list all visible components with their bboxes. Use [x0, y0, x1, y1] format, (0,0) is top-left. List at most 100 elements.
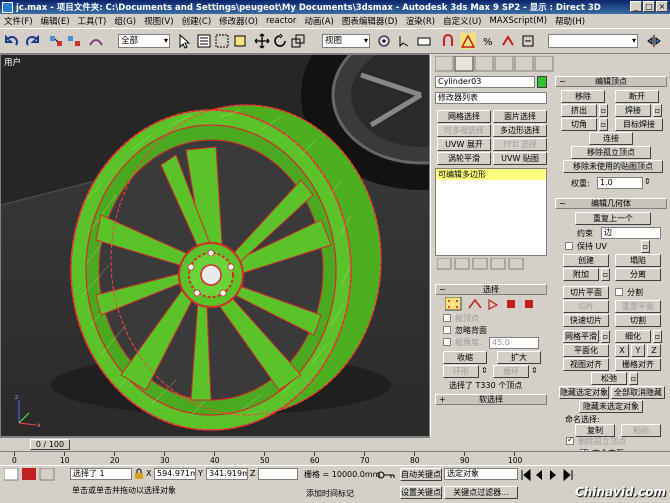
meshsmooth-button[interactable]: 网格平滑	[563, 330, 599, 343]
mirror-icon[interactable]	[646, 33, 662, 49]
shrink-button[interactable]: 收缩	[443, 351, 487, 364]
menu-rendering[interactable]: 渲染(R)	[402, 15, 440, 27]
stack-item[interactable]: 可编辑多边形	[436, 169, 546, 180]
subobject-level-icons[interactable]	[445, 297, 545, 311]
view-align-button[interactable]: 视图对齐	[563, 358, 609, 371]
perspective-viewport[interactable]: z x 用户	[0, 54, 430, 437]
maxscript-listener-icons[interactable]	[4, 468, 64, 482]
tessellate-settings-button[interactable]: ▫	[653, 330, 662, 343]
command-panel-tabs[interactable]	[435, 56, 555, 72]
mesh-select-button[interactable]: 网格选择	[437, 110, 491, 123]
cut-button[interactable]: 切割	[615, 314, 661, 327]
unwrap-uvw-button[interactable]: UVW 展开	[437, 138, 491, 151]
planarize-z-button[interactable]: Z	[647, 344, 661, 357]
add-time-tag[interactable]: 添加时间标记	[306, 488, 354, 499]
pivot-center-icon[interactable]	[376, 33, 392, 49]
maximize-button[interactable]: □	[643, 1, 655, 12]
poly-select-button[interactable]: 多边形选择	[493, 124, 547, 137]
preserve-uv-settings-button[interactable]: ▫	[641, 240, 650, 253]
x-coordinate-field[interactable]: 594.971mm	[154, 468, 196, 480]
key-mode-dropdown[interactable]: 选定对象	[444, 468, 518, 480]
meshsmooth-settings-button[interactable]: ▫	[601, 330, 610, 343]
loop-button[interactable]: 循环	[493, 365, 529, 378]
time-slider-track[interactable]: 0 / 100	[0, 437, 430, 451]
slice-button[interactable]: 切片	[563, 300, 609, 313]
soft-selection-rollout-header[interactable]: + 软选择	[435, 394, 547, 405]
timeline-ruler[interactable]: 0 10 20 30 40 50 60 70 80 90 100	[0, 451, 670, 465]
auto-key-button[interactable]: 自动关键点	[400, 468, 442, 481]
select-by-name-icon[interactable]	[196, 33, 212, 49]
scale-icon[interactable]	[290, 33, 306, 49]
select-object-icon[interactable]	[176, 33, 192, 49]
keyboard-shortcut-icon[interactable]	[416, 33, 432, 49]
edit-vertices-rollout-header[interactable]: − 编辑顶点	[555, 76, 667, 87]
weld-button[interactable]: 焊接	[615, 104, 651, 117]
chamfer-settings-button[interactable]: ▫	[599, 118, 608, 131]
unhide-all-button[interactable]: 全部取消隐藏	[611, 386, 665, 399]
multi-view-select-button[interactable]: 可多视选择	[437, 124, 491, 137]
ring-button[interactable]: 环形	[443, 365, 479, 378]
by-angle-checkbox[interactable]	[443, 338, 451, 346]
snap-toggle-icon[interactable]	[440, 33, 456, 49]
paste-button[interactable]: 粘贴	[621, 424, 661, 437]
grid-align-button[interactable]: 栅格对齐	[615, 358, 661, 371]
bind-to-spacewarp-icon[interactable]	[88, 33, 104, 49]
redo-icon[interactable]	[24, 33, 40, 49]
named-selection-sets-icon[interactable]	[520, 33, 536, 49]
angle-snap-icon[interactable]	[460, 33, 476, 49]
selection-filter-dropdown[interactable]: 全部	[118, 34, 170, 48]
move-icon[interactable]	[254, 33, 270, 49]
reset-plane-button[interactable]: 重置平面	[615, 300, 661, 313]
weight-field[interactable]: 1.0	[597, 177, 643, 189]
attach-settings-button[interactable]: ▫	[601, 268, 610, 281]
minimize-button[interactable]: _	[630, 1, 642, 12]
loop-spinner[interactable]: ⇕	[531, 366, 538, 375]
key-filters-button[interactable]: 关键点过滤器...	[444, 486, 518, 499]
relax-settings-button[interactable]: ▫	[629, 372, 638, 385]
delete-isolated-vertices-checkbox[interactable]	[566, 435, 574, 445]
viewport-label[interactable]: 用户	[4, 56, 21, 68]
key-icon[interactable]	[376, 468, 398, 482]
tessellate-button[interactable]: 细化	[615, 330, 651, 343]
planarize-y-button[interactable]: Y	[631, 344, 645, 357]
slice-plane-button[interactable]: 切片平面	[563, 286, 609, 299]
menu-create[interactable]: 创建(C)	[178, 15, 216, 27]
spinner-snap-icon[interactable]	[500, 33, 516, 49]
turbosmooth-button[interactable]: 涡轮平滑	[437, 152, 491, 165]
angle-value-field[interactable]: 45.0	[489, 337, 539, 349]
connect-button[interactable]: 连接	[589, 132, 633, 145]
selection-rollout-header[interactable]: − 选择	[435, 284, 547, 295]
collapse-button[interactable]: 塌陷	[615, 254, 661, 267]
playback-controls[interactable]	[520, 468, 580, 482]
lock-icon[interactable]	[134, 468, 144, 480]
ffd-select-button[interactable]: FFD 选择	[493, 138, 547, 151]
time-slider-thumb[interactable]: 0 / 100	[30, 439, 70, 450]
ignore-backfacing-checkbox[interactable]	[443, 326, 451, 334]
percent-snap-icon[interactable]: %	[480, 33, 496, 49]
repeat-last-button[interactable]: 重复上一个	[575, 212, 651, 225]
weld-settings-button[interactable]: ▫	[653, 104, 662, 117]
quickslice-button[interactable]: 快速切片	[563, 314, 609, 327]
menu-modifiers[interactable]: 修改器(O)	[215, 15, 262, 27]
ring-spinner[interactable]: ⇕	[481, 366, 488, 375]
menu-customize[interactable]: 自定义(U)	[439, 15, 485, 27]
weight-spinner[interactable]: ⇕	[644, 177, 651, 186]
menu-tools[interactable]: 工具(T)	[74, 15, 111, 27]
reference-coordinate-dropdown[interactable]: 视图	[322, 34, 370, 48]
rotate-icon[interactable]	[272, 33, 288, 49]
by-vertex-checkbox[interactable]	[443, 314, 451, 322]
remove-isolated-vertices-button[interactable]: 移除孤立顶点	[571, 146, 651, 159]
close-button[interactable]: ×	[656, 1, 668, 12]
menu-help[interactable]: 帮助(H)	[551, 15, 589, 27]
menu-animation[interactable]: 动画(A)	[300, 15, 337, 27]
menu-file[interactable]: 文件(F)	[0, 15, 37, 27]
detach-button[interactable]: 分离	[615, 268, 661, 281]
hide-selected-button[interactable]: 隐藏选定对象	[559, 386, 609, 399]
object-name-field[interactable]: Cylinder03	[435, 76, 535, 88]
remove-button[interactable]: 移除	[561, 90, 605, 103]
constraint-dropdown[interactable]: 边	[601, 227, 661, 239]
y-coordinate-field[interactable]: 341.919mm	[206, 468, 248, 480]
create-button[interactable]: 创建	[563, 254, 609, 267]
set-key-button[interactable]: 设置关键点	[400, 486, 442, 499]
patch-select-button[interactable]: 面片选择	[493, 110, 547, 123]
